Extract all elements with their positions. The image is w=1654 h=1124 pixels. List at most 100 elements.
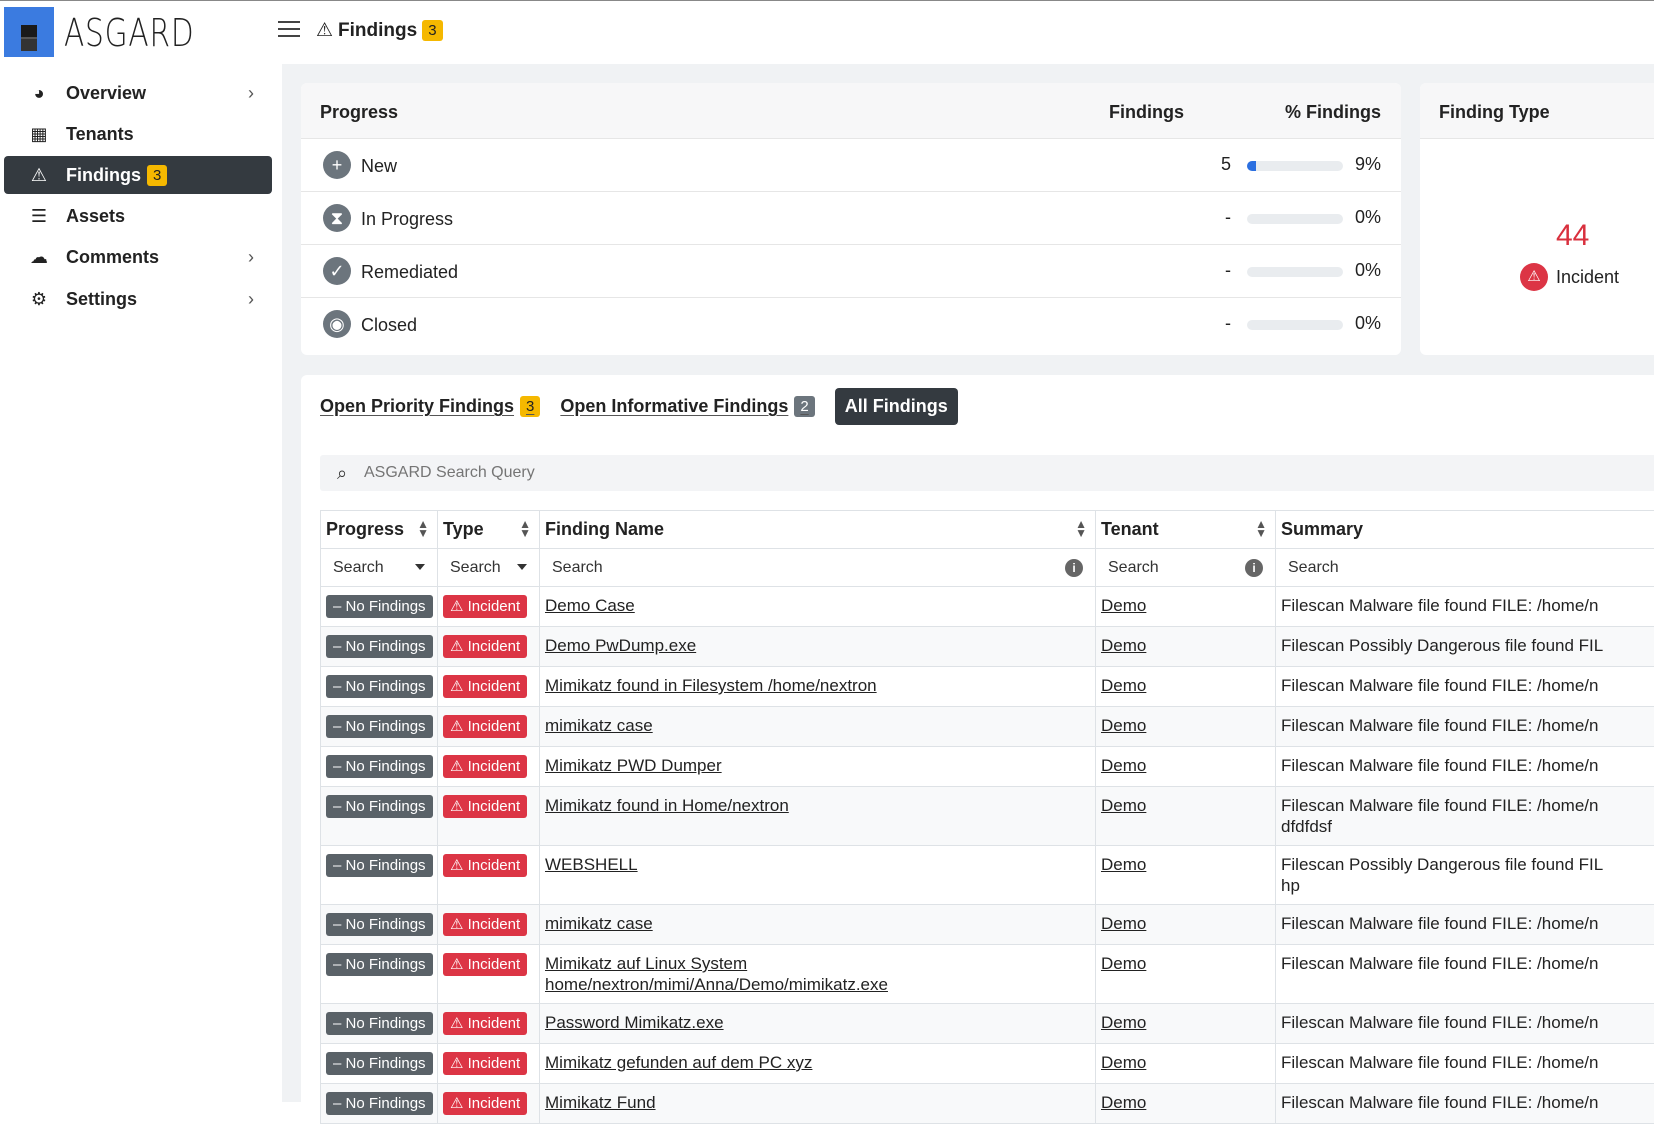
hamburger-menu-icon[interactable] bbox=[278, 21, 300, 39]
column-header-tenant[interactable]: Tenant▲▼ bbox=[1096, 511, 1276, 549]
table-row[interactable]: – No Findings ⚠ Incident Mimikatz Fund Demo… bbox=[321, 1084, 1654, 1124]
tenant-link[interactable]: Demo bbox=[1101, 716, 1146, 735]
incident-badge[interactable]: ⚠ Incident bbox=[443, 635, 527, 658]
table-row[interactable]: – No Findings⚠ IncidentWEBSHELLDemoFiles… bbox=[321, 846, 1654, 905]
progress-status-badge[interactable]: – No Findings bbox=[326, 675, 433, 698]
finding-name-link[interactable]: Mimikatz gefunden auf dem PC xyz bbox=[545, 1053, 812, 1072]
search-icon[interactable]: ⌕ bbox=[320, 463, 364, 484]
finding-name-link[interactable]: mimikatz case bbox=[545, 716, 653, 735]
sidebar-item-tenants[interactable]: ▦ Tenants bbox=[4, 115, 272, 153]
tab-open-priority-findings[interactable]: Open Priority Findings 3 bbox=[320, 388, 540, 425]
tenant-link[interactable]: Demo bbox=[1101, 1013, 1146, 1032]
table-row[interactable]: – No Findings ⚠ Incident Mimikatz found in… bbox=[321, 667, 1654, 707]
tenant-link[interactable]: Demo bbox=[1101, 756, 1146, 775]
tenant-link[interactable]: Demo bbox=[1101, 796, 1146, 815]
sort-icon[interactable]: ▲▼ bbox=[417, 520, 429, 538]
progress-status-badge[interactable]: – No Findings bbox=[326, 715, 433, 738]
type-filter-select[interactable]: Search bbox=[438, 549, 540, 587]
sidebar-item-settings[interactable]: ⚙ Settings › bbox=[4, 280, 272, 318]
finding-name-link[interactable]: mimikatz case bbox=[545, 914, 653, 933]
table-row[interactable]: – No Findings ⚠ Incident mimikatz case Demo… bbox=[321, 905, 1654, 945]
tenant-link[interactable]: Demo bbox=[1101, 855, 1146, 874]
progress-row-remediated[interactable]: ✓ Remediated - 0% bbox=[301, 245, 1401, 298]
info-icon[interactable]: i bbox=[1065, 559, 1083, 577]
progress-status-badge[interactable]: – No Findings bbox=[326, 854, 433, 877]
finding-name-link[interactable]: Mimikatz auf Linux System home/nextron/m… bbox=[545, 954, 888, 994]
progress-status-badge[interactable]: – No Findings bbox=[326, 913, 433, 936]
incident-badge[interactable]: ⚠ Incident bbox=[443, 715, 527, 738]
incident-badge[interactable]: ⚠ Incident bbox=[443, 675, 527, 698]
incident-badge[interactable]: ⚠ Incident bbox=[443, 1012, 527, 1035]
sort-icon[interactable]: ▲▼ bbox=[1075, 520, 1087, 538]
tenant-link[interactable]: Demo bbox=[1101, 954, 1146, 973]
progress-status-badge[interactable]: – No Findings bbox=[326, 755, 433, 778]
table-row[interactable]: – No Findings ⚠ Incident Mimikatz PWD Dump… bbox=[321, 747, 1654, 787]
incident-badge[interactable]: ⚠ Incident bbox=[443, 1052, 527, 1075]
incident-label[interactable]: ⚠ Incident bbox=[1520, 263, 1619, 291]
incident-badge[interactable]: ⚠ Incident bbox=[443, 1092, 527, 1115]
incident-badge[interactable]: ⚠ Incident bbox=[443, 854, 527, 877]
tab-all-findings[interactable]: All Findings bbox=[835, 388, 958, 425]
finding-name-link[interactable]: Mimikatz found in Filesystem /home/nextr… bbox=[545, 676, 877, 695]
table-row[interactable]: – No Findings ⚠ Incident Mimikatz auf Linu… bbox=[321, 945, 1654, 1004]
finding-name-link[interactable]: Password Mimikatz.exe bbox=[545, 1013, 724, 1032]
table-row[interactable]: – No Findings ⚠ Incident mimikatz case Demo… bbox=[321, 707, 1654, 747]
table-row[interactable]: – No Findings ⚠ Incident Mimikatz found in… bbox=[321, 787, 1654, 846]
table-row[interactable]: – No Findings ⚠ Incident Mimikatz gefunden… bbox=[321, 1044, 1654, 1084]
progress-status-badge[interactable]: – No Findings bbox=[326, 595, 433, 618]
finding-name-link[interactable]: Demo PwDump.exe bbox=[545, 636, 696, 655]
progress-status-badge[interactable]: – No Findings bbox=[326, 1012, 433, 1035]
column-header-finding-name[interactable]: Finding Name▲▼ bbox=[540, 511, 1096, 549]
sidebar-item-findings[interactable]: ⚠ Findings 3 bbox=[4, 156, 272, 194]
summary-filter-input[interactable]: Search bbox=[1276, 549, 1654, 587]
sidebar-item-comments[interactable]: ☁ Comments › bbox=[4, 238, 272, 276]
sort-icon[interactable]: ▲▼ bbox=[1255, 520, 1267, 538]
finding-name-link[interactable]: Demo Case bbox=[545, 596, 635, 615]
finding-name-link[interactable]: Mimikatz found in Home/nextron bbox=[545, 796, 789, 815]
table-row[interactable]: – No Findings ⚠ Incident Password Mimikatz… bbox=[321, 1004, 1654, 1044]
tenant-link[interactable]: Demo bbox=[1101, 676, 1146, 695]
tenant-link[interactable]: Demo bbox=[1101, 596, 1146, 615]
tenant-link[interactable]: Demo bbox=[1101, 636, 1146, 655]
table-row[interactable]: – No Findings ⚠ Incident Demo PwDump.exe De… bbox=[321, 627, 1654, 667]
progress-filter-select[interactable]: Search bbox=[321, 549, 438, 587]
sidebar-item-assets[interactable]: ☰ Assets bbox=[4, 197, 272, 235]
search-input[interactable] bbox=[364, 464, 964, 482]
summary-text: Filescan Malware file found FILE: /home/… bbox=[1281, 796, 1598, 836]
finding-name-link[interactable]: Mimikatz Fund bbox=[545, 1093, 656, 1112]
progress-status-badge[interactable]: – No Findings bbox=[326, 795, 433, 818]
sort-icon[interactable]: ▲▼ bbox=[519, 520, 531, 538]
progress-row-closed[interactable]: ◉ Closed - 0% bbox=[301, 298, 1401, 351]
column-header-summary[interactable]: Summary bbox=[1276, 511, 1654, 549]
incident-badge[interactable]: ⚠ Incident bbox=[443, 913, 527, 936]
summary-text: Filescan Malware file found FILE: /home/… bbox=[1281, 596, 1598, 615]
progress-row-in-progress[interactable]: ⧗ In Progress - 0% bbox=[301, 192, 1401, 245]
incident-badge[interactable]: ⚠ Incident bbox=[443, 595, 527, 618]
finding-name-filter-input[interactable]: Searchi bbox=[540, 549, 1096, 587]
finding-name-link[interactable]: Mimikatz PWD Dumper bbox=[545, 756, 722, 775]
progress-row-new[interactable]: + New 5 9% bbox=[301, 139, 1401, 192]
incident-badge[interactable]: ⚠ Incident bbox=[443, 953, 527, 976]
progress-status-badge[interactable]: – No Findings bbox=[326, 1052, 433, 1075]
tab-open-informative-findings[interactable]: Open Informative Findings 2 bbox=[560, 388, 814, 425]
column-header-type[interactable]: Type▲▼ bbox=[438, 511, 540, 549]
progress-status-badge[interactable]: – No Findings bbox=[326, 953, 433, 976]
incident-count[interactable]: 44 bbox=[1556, 219, 1589, 253]
sidebar-item-overview[interactable]: ◕ Overview › bbox=[4, 74, 272, 112]
tenant-link[interactable]: Demo bbox=[1101, 914, 1146, 933]
table-row[interactable]: – No Findings ⚠ Incident Demo Case Demo File… bbox=[321, 587, 1654, 627]
incident-badge[interactable]: ⚠ Incident bbox=[443, 755, 527, 778]
column-header-progress[interactable]: Progress▲▼ bbox=[321, 511, 438, 549]
progress-status-badge[interactable]: – No Findings bbox=[326, 635, 433, 658]
tenant-link[interactable]: Demo bbox=[1101, 1093, 1146, 1112]
incident-badge[interactable]: ⚠ Incident bbox=[443, 795, 527, 818]
info-icon[interactable]: i bbox=[1245, 559, 1263, 577]
tenant-link[interactable]: Demo bbox=[1101, 1053, 1146, 1072]
progress-bar bbox=[1247, 320, 1343, 330]
asgard-logo[interactable] bbox=[4, 7, 54, 57]
tenant-filter-input[interactable]: Searchi bbox=[1096, 549, 1276, 587]
finding-name-link[interactable]: WEBSHELL bbox=[545, 855, 638, 874]
brand-name[interactable]: ASGARD bbox=[64, 11, 194, 55]
chevron-right-icon: › bbox=[248, 83, 254, 104]
progress-status-badge[interactable]: – No Findings bbox=[326, 1092, 433, 1115]
